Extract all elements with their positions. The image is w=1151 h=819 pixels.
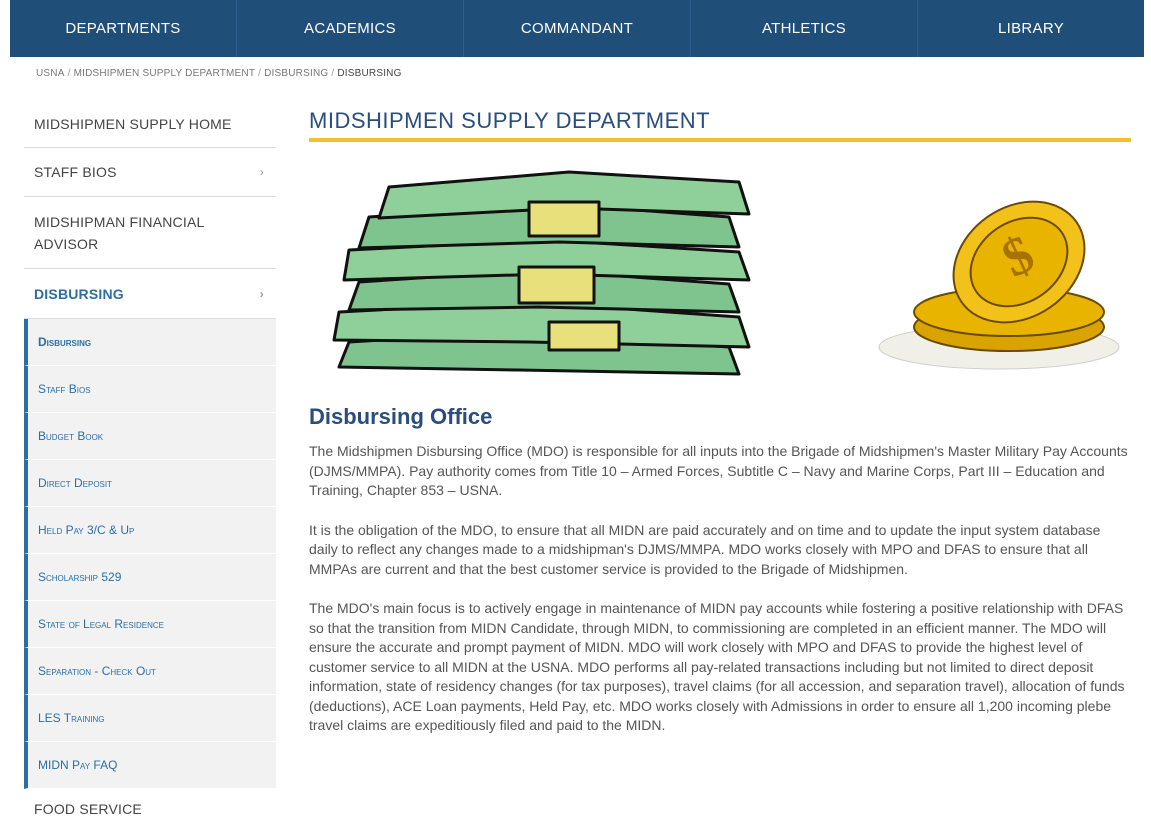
chevron-right-icon: › bbox=[259, 165, 264, 179]
subnav-item-disbursing[interactable]: Disbursing bbox=[24, 319, 276, 366]
sidebar-item-label: MIDSHIPMAN FINANCIAL ADVISOR bbox=[34, 213, 204, 252]
sidebar-item-label: MIDSHIPMEN SUPPLY HOME bbox=[34, 115, 232, 132]
subnav-item-les-training[interactable]: LES Training bbox=[24, 695, 276, 742]
breadcrumb-usna[interactable]: USNA bbox=[36, 68, 65, 79]
main-content: MIDSHIPMEN SUPPLY DEPARTMENT $ bbox=[309, 108, 1131, 392]
body-text: The Midshipmen Disbursing Office (MDO) i… bbox=[309, 442, 1131, 756]
nav-library[interactable]: LIBRARY bbox=[918, 0, 1144, 57]
breadcrumb-separator: / bbox=[67, 68, 71, 79]
sidebar-item-label: STAFF BIOS bbox=[34, 164, 117, 180]
sidebar-item-home[interactable]: MIDSHIPMEN SUPPLY HOME bbox=[24, 100, 276, 148]
breadcrumb-separator: / bbox=[258, 68, 262, 79]
subnav-item-separation-check-out[interactable]: Separation - Check Out bbox=[24, 648, 276, 695]
subnav-item-direct-deposit[interactable]: Direct Deposit bbox=[24, 460, 276, 507]
disbursing-subnav: Disbursing Staff Bios Budget Book Direct… bbox=[24, 319, 276, 789]
paragraph: The Midshipmen Disbursing Office (MDO) i… bbox=[309, 443, 1128, 498]
page-title: MIDSHIPMEN SUPPLY DEPARTMENT bbox=[309, 108, 1131, 142]
paragraph: It is the obligation of the MDO, to ensu… bbox=[309, 521, 1101, 577]
nav-commandant[interactable]: COMMANDANT bbox=[464, 0, 691, 57]
subnav-item-held-pay[interactable]: Held Pay 3/C & Up bbox=[24, 507, 276, 554]
breadcrumb-disbursing[interactable]: DISBURSING bbox=[264, 68, 328, 79]
nav-departments[interactable]: DEPARTMENTS bbox=[10, 0, 237, 57]
breadcrumb-current: DISBURSING bbox=[337, 68, 402, 79]
chevron-right-icon: › bbox=[259, 286, 264, 301]
subnav-item-state-legal-residence[interactable]: State of Legal Residence bbox=[24, 601, 276, 648]
sidebar-item-disbursing[interactable]: DISBURSING › bbox=[24, 269, 276, 319]
money-stack-icon: $ bbox=[332, 170, 1120, 376]
sidebar-item-food-service[interactable]: FOOD SERVICE bbox=[24, 789, 276, 819]
subnav-item-midn-pay-faq[interactable]: MIDN Pay FAQ bbox=[24, 742, 276, 789]
nav-athletics[interactable]: ATHLETICS bbox=[691, 0, 918, 57]
header-illustration: $ bbox=[309, 142, 1131, 392]
breadcrumb-separator: / bbox=[331, 68, 335, 79]
subnav-item-scholarship-529[interactable]: Scholarship 529 bbox=[24, 554, 276, 601]
sidebar-item-staff-bios[interactable]: STAFF BIOS › bbox=[24, 148, 276, 197]
subnav-item-budget-book[interactable]: Budget Book bbox=[24, 413, 276, 460]
section-title: Disbursing Office bbox=[309, 404, 493, 429]
subnav-item-staff-bios[interactable]: Staff Bios bbox=[24, 366, 276, 413]
sidebar-item-financial-advisor[interactable]: MIDSHIPMAN FINANCIAL ADVISOR bbox=[24, 197, 276, 269]
sidebar-item-label: DISBURSING bbox=[34, 285, 124, 302]
nav-academics[interactable]: ACADEMICS bbox=[237, 0, 464, 57]
paragraph: The MDO's main focus is to actively enga… bbox=[309, 600, 1125, 733]
sidebar-item-label: FOOD SERVICE bbox=[34, 801, 142, 817]
breadcrumb-supply-dept[interactable]: MIDSHIPMEN SUPPLY DEPARTMENT bbox=[74, 68, 256, 79]
sidebar-nav: MIDSHIPMEN SUPPLY HOME STAFF BIOS › MIDS… bbox=[24, 100, 276, 819]
breadcrumb: USNA / MIDSHIPMEN SUPPLY DEPARTMENT / DISBUR… bbox=[36, 68, 402, 79]
top-navigation: DEPARTMENTS ACADEMICS COMMANDANT ATHLETI… bbox=[10, 0, 1144, 57]
